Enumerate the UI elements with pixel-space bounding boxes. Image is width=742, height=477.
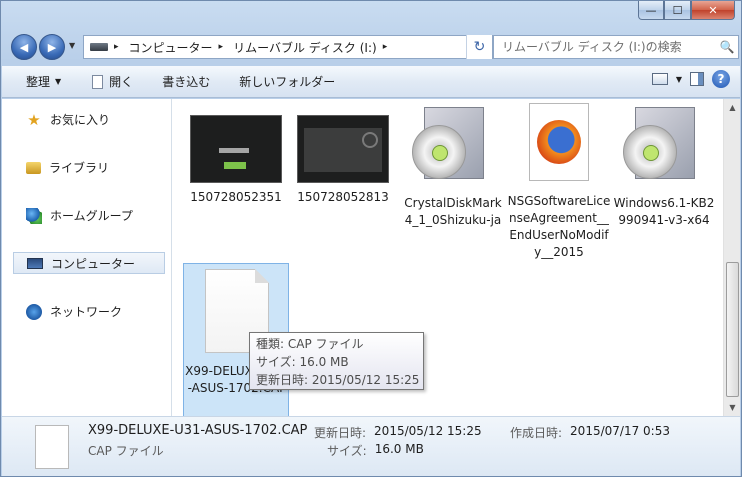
details-file-name: X99-DELUXE-U31-ASUS-1702.CAP: [88, 423, 308, 438]
file-name: NSGSoftwareLicenseAgreement__EndUserNoMo…: [507, 194, 611, 259]
homegroup-icon: [26, 207, 42, 224]
details-size: サイズ: 16.0 MB: [327, 442, 424, 459]
burn-label: 書き込む: [162, 75, 211, 89]
chevron-down-icon: ▼: [55, 77, 62, 86]
file-tooltip: 種類: CAP ファイル サイズ: 16.0 MB 更新日時: 2015/05/…: [249, 332, 424, 390]
breadcrumb-chevron-icon[interactable]: ▸: [219, 42, 224, 52]
sidebar-item-network[interactable]: ネットワーク: [26, 303, 122, 320]
tooltip-value: 2015/05/12 15:25: [311, 373, 420, 387]
explorer-window: — ☐ ✕ ◀ ▶ ▼ ▸ コンピューター ▸ リムーバブル ディスク (I:)…: [0, 0, 742, 477]
refresh-button[interactable]: ↻: [466, 35, 492, 59]
view-options-dropdown-icon[interactable]: ▼: [676, 75, 682, 84]
preview-pane-icon[interactable]: [690, 72, 704, 86]
details-value[interactable]: 2015/07/17 0:53: [570, 424, 670, 441]
tooltip-modified-row: 更新日時: 2015/05/12 15:25: [256, 371, 420, 389]
sidebar-item-label: ホームグループ: [50, 209, 133, 223]
close-button[interactable]: ✕: [691, 1, 735, 20]
sidebar-item-label: ライブラリ: [49, 161, 110, 175]
star-icon: ★: [27, 110, 41, 129]
organize-button[interactable]: 整理 ▼: [2, 73, 70, 90]
tooltip-value: CAP ファイル: [287, 337, 364, 351]
file-item-image-1[interactable]: 150728052351: [184, 115, 288, 206]
breadcrumb-label: コンピューター: [128, 40, 213, 55]
open-button[interactable]: 開く: [70, 73, 142, 90]
installer-icon: [410, 101, 496, 187]
vertical-scrollbar[interactable]: ▲ ▼: [723, 99, 740, 416]
burn-button[interactable]: 書き込む: [142, 73, 219, 90]
file-item-crystaldiskmark[interactable]: CrystalDiskMark4_1_0Shizuku-ja: [401, 101, 505, 229]
toolbar-right-group: ▼ ?: [651, 70, 730, 88]
breadcrumb-computer[interactable]: コンピューター ▸: [125, 39, 224, 56]
breadcrumb-label: リムーバブル ディスク (I:): [233, 40, 377, 55]
forward-button[interactable]: ▶: [39, 34, 65, 60]
sidebar-item-libraries[interactable]: ライブラリ: [26, 159, 109, 176]
sidebar-item-label: ネットワーク: [50, 305, 123, 319]
file-name: 150728052813: [297, 190, 389, 204]
sidebar-item-homegroup[interactable]: ホームグループ: [26, 207, 133, 224]
computer-icon: [27, 257, 43, 269]
drive-icon: [90, 43, 108, 51]
details-value: 16.0 MB: [374, 442, 424, 456]
caption-buttons: — ☐ ✕: [638, 1, 735, 20]
details-modified: 更新日時: 2015/05/12 15:25: [314, 424, 482, 441]
navigation-row: ◀ ▶ ▼ ▸ コンピューター ▸ リムーバブル ディスク (I:) ▸ ↻ 🔍: [9, 32, 739, 62]
back-arrow-icon: ◀: [19, 40, 29, 54]
firefox-document-icon: [529, 103, 589, 181]
breadcrumb-removable-disk[interactable]: リムーバブル ディスク (I:) ▸: [229, 39, 387, 56]
image-thumbnail: [297, 115, 389, 183]
file-item-windows-update[interactable]: Windows6.1-KB2990941-v3-x64: [612, 101, 716, 229]
new-folder-label: 新しいフォルダー: [239, 75, 336, 89]
open-label: 開く: [109, 75, 134, 89]
details-label: 作成日時:: [510, 426, 563, 440]
file-name: Windows6.1-KB2990941-v3-x64: [613, 196, 715, 227]
address-bar[interactable]: ▸ コンピューター ▸ リムーバブル ディスク (I:) ▸: [83, 35, 493, 59]
image-thumbnail: [190, 115, 282, 183]
details-created: 作成日時: 2015/07/17 0:53: [510, 424, 670, 441]
library-icon: [26, 161, 41, 174]
tooltip-label: 種類:: [256, 337, 285, 351]
document-icon: [92, 74, 104, 89]
tooltip-size-row: サイズ: 16.0 MB: [256, 353, 417, 371]
scroll-down-icon[interactable]: ▼: [724, 399, 741, 416]
breadcrumb-chevron-icon[interactable]: ▸: [114, 42, 119, 52]
scrollbar-thumb[interactable]: [726, 262, 739, 397]
change-view-icon[interactable]: [651, 73, 668, 85]
details-pane: X99-DELUXE-U31-ASUS-1702.CAP CAP ファイル 更新…: [2, 416, 740, 476]
search-input[interactable]: [494, 40, 716, 54]
tooltip-value: 16.0 MB: [299, 355, 349, 369]
maximize-button[interactable]: ☐: [664, 1, 691, 20]
details-label: 更新日時:: [314, 426, 367, 440]
search-box[interactable]: 🔍: [493, 35, 739, 59]
sidebar-item-label: お気に入り: [50, 113, 111, 127]
details-value[interactable]: 2015/05/12 15:25: [374, 424, 482, 441]
help-icon[interactable]: ?: [712, 70, 730, 88]
generic-file-icon: [35, 425, 69, 469]
command-bar: 整理 ▼ 開く 書き込む 新しいフォルダー ▼ ?: [2, 66, 740, 98]
sidebar-item-label: コンピューター: [51, 256, 136, 271]
sidebar-item-favorites[interactable]: ★ お気に入り: [26, 111, 110, 128]
file-name: 150728052351: [190, 190, 282, 204]
recent-pages-dropdown-icon[interactable]: ▼: [69, 41, 75, 50]
scroll-up-icon[interactable]: ▲: [724, 99, 741, 116]
organize-label: 整理: [26, 75, 51, 89]
breadcrumb-chevron-icon[interactable]: ▸: [383, 42, 388, 52]
sidebar-item-computer[interactable]: コンピューター: [13, 252, 165, 274]
file-item-image-2[interactable]: 150728052813: [291, 115, 395, 206]
network-icon: [26, 303, 42, 320]
details-file-type: CAP ファイル: [88, 444, 164, 458]
refresh-icon: ↻: [473, 39, 486, 55]
minimize-button[interactable]: —: [638, 1, 664, 20]
forward-arrow-icon: ▶: [47, 40, 57, 54]
installer-icon: [621, 101, 707, 187]
navigation-pane: ★ お気に入り ライブラリ ホームグループ コンピューター ネットワーク: [2, 99, 172, 416]
details-label: サイズ:: [327, 444, 367, 458]
new-folder-button[interactable]: 新しいフォルダー: [219, 73, 344, 90]
back-button[interactable]: ◀: [11, 34, 37, 60]
tooltip-label: サイズ:: [256, 355, 296, 369]
file-name: CrystalDiskMark4_1_0Shizuku-ja: [404, 196, 502, 227]
search-icon[interactable]: 🔍: [716, 40, 738, 54]
tooltip-label: 更新日時:: [256, 373, 309, 387]
tooltip-type-row: 種類: CAP ファイル: [256, 335, 417, 353]
file-item-nsg-license[interactable]: NSGSoftwareLicenseAgreement__EndUserNoMo…: [507, 101, 611, 261]
